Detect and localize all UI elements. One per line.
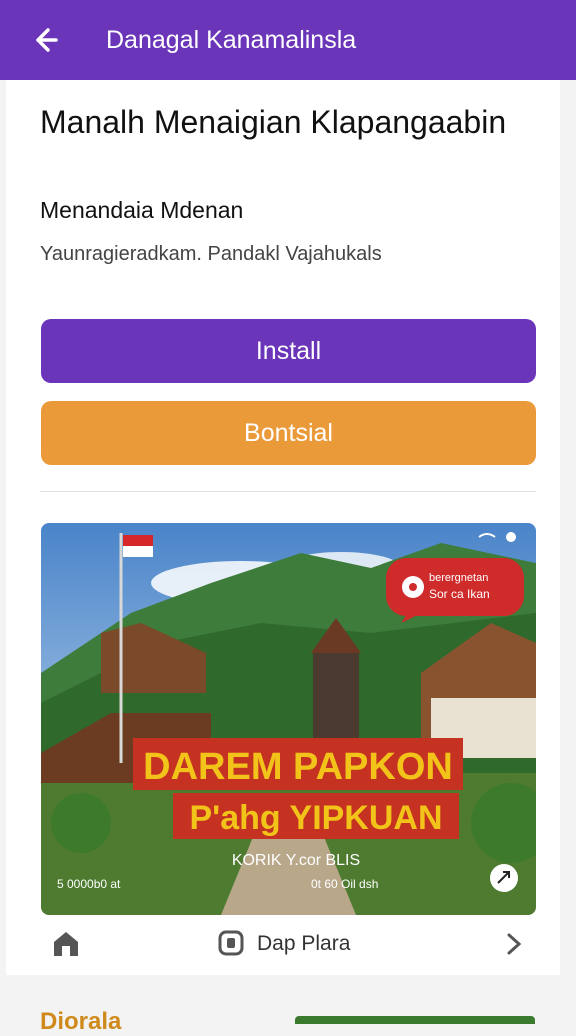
promo-illustration: berergnetan Sor ca Ikan DAREM PAPKON P'a… <box>41 523 536 915</box>
app-name[interactable]: Dap Plara <box>257 932 350 956</box>
caption-left: 5 0000b0 at <box>57 877 121 891</box>
install-button[interactable]: Install <box>41 319 536 383</box>
next-section-image <box>295 1016 535 1024</box>
chevron-right-icon[interactable] <box>502 930 526 958</box>
banner-small-title: KORIK Y.cor BLIS <box>232 852 360 869</box>
caption-right: 0t 60 Oil dsh <box>311 877 378 891</box>
promo-image[interactable]: berergnetan Sor ca Ikan DAREM PAPKON P'a… <box>41 523 536 915</box>
home-icon[interactable] <box>50 928 82 960</box>
app-subheading: Menandaia Mdenan <box>40 197 244 223</box>
app-heading: Manalh Menaigian Klapangaabin <box>40 104 507 140</box>
badge-line-2: Sor ca Ikan <box>429 587 490 601</box>
app-icon <box>218 930 244 956</box>
footer-row: Dap Plara <box>40 928 536 964</box>
app-description: Yaunragieradkam. Pandakl Vajahukals <box>40 243 382 265</box>
signal-icon <box>506 532 516 542</box>
badge-line-1: berergnetan <box>429 572 488 584</box>
app-bar: Danagal Kanamalinsla <box>0 0 576 80</box>
divider <box>40 491 536 492</box>
banner-line-2: P'ahg YIPKUAN <box>189 799 442 837</box>
secondary-button[interactable]: Bontsial <box>41 401 536 465</box>
back-arrow-icon[interactable] <box>28 22 64 58</box>
next-section-title: Diorala <box>40 1008 122 1035</box>
page-title: Danagal Kanamalinsla <box>106 26 357 54</box>
banner-line-1: DAREM PAPKON <box>143 746 453 788</box>
